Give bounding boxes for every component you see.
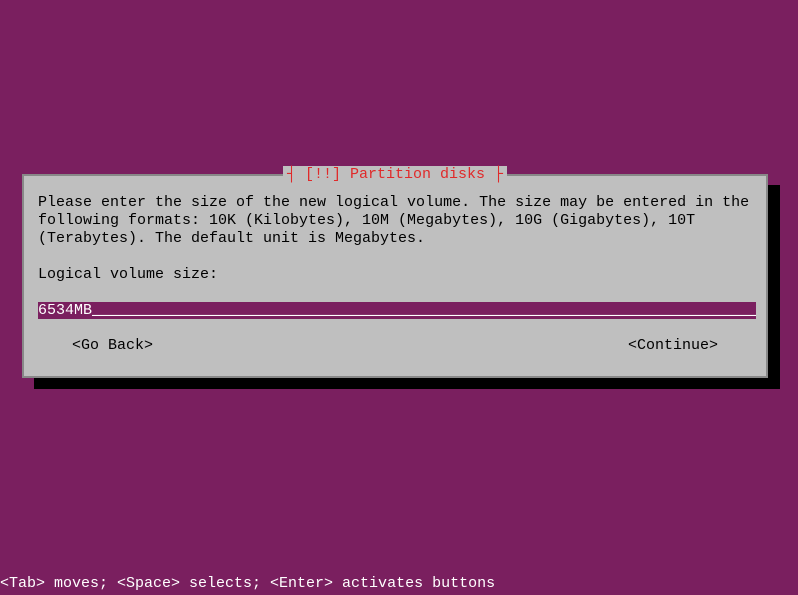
prompt-text: Please enter the size of the new logical… (38, 194, 752, 248)
go-back-button[interactable]: <Go Back> (72, 337, 153, 355)
input-value: 6534MB (38, 302, 92, 319)
field-label: Logical volume size: (38, 266, 752, 284)
dialog-title-wrapper: ┤ [!!] Partition disks ├ (24, 166, 766, 183)
partition-dialog: ┤ [!!] Partition disks ├ Please enter th… (22, 174, 768, 378)
input-fill: ________________________________________… (92, 302, 756, 319)
footer-hint: <Tab> moves; <Space> selects; <Enter> ac… (0, 575, 495, 592)
volume-size-input[interactable]: 6534MB__________________________________… (38, 302, 756, 319)
dialog-title-text: [!!] Partition disks (305, 166, 485, 183)
dialog-content: Please enter the size of the new logical… (38, 194, 752, 362)
dialog-title: ┤ [!!] Partition disks ├ (283, 166, 507, 183)
button-row: <Go Back> <Continue> (38, 337, 752, 355)
continue-button[interactable]: <Continue> (628, 337, 718, 355)
